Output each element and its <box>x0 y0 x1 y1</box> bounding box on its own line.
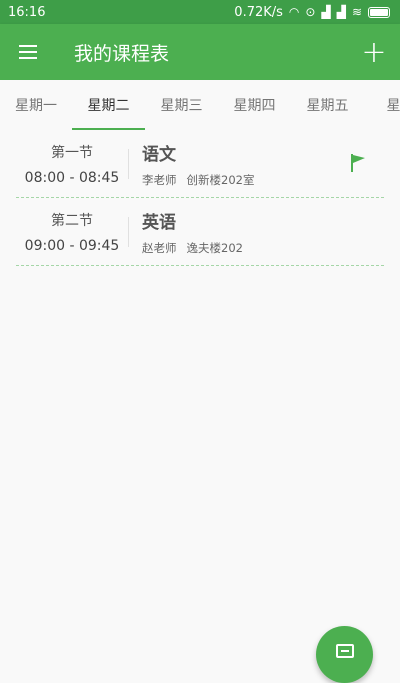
course-name: 英语 <box>142 212 176 233</box>
location-icon: ⊙ <box>305 5 316 19</box>
course-info: 英语 赵老师 逸夫楼202 <box>142 208 384 256</box>
tab-friday[interactable]: 星期五 <box>291 80 364 130</box>
course-info: 语文 李老师 创新楼202室 <box>142 140 384 188</box>
weekday-tabs: 星期一 星期二 星期三 星期四 星期五 星期 <box>0 80 400 130</box>
course-name: 语文 <box>142 144 176 165</box>
time-range: 09:00 - 09:45 <box>24 237 120 254</box>
vertical-divider <box>128 148 129 179</box>
page-title: 我的课程表 <box>74 42 170 65</box>
menu-icon[interactable] <box>0 24 56 80</box>
classroom: 创新楼202室 <box>186 172 255 187</box>
course-meta: 赵老师 逸夫楼202 <box>142 240 384 256</box>
signal-icon-2: ▟ <box>336 5 346 19</box>
classroom: 逸夫楼202 <box>186 240 243 255</box>
period-label: 第二节 <box>51 212 93 229</box>
tab-thursday[interactable]: 星期四 <box>218 80 291 130</box>
time-range: 08:00 - 08:45 <box>24 169 120 186</box>
course-item[interactable]: 第二节 09:00 - 09:45 英语 赵老师 逸夫楼202 <box>16 198 384 266</box>
add-icon[interactable]: + <box>348 24 400 80</box>
tab-monday[interactable]: 星期一 <box>0 80 72 130</box>
status-time: 16:16 <box>8 4 46 20</box>
status-icons: 0.72K/s ◠ ⊙ ▟ ▟ ≋ <box>234 5 390 20</box>
battery-icon <box>368 6 390 18</box>
course-item[interactable]: 第一节 08:00 - 08:45 语文 李老师 创新楼202室 <box>16 130 384 198</box>
signal-icon: ▟ <box>321 5 331 19</box>
flag-icon[interactable] <box>350 154 366 172</box>
status-bar: 16:16 0.72K/s ◠ ⊙ ▟ ▟ ≋ <box>0 0 400 24</box>
teacher-name: 李老师 <box>142 172 177 187</box>
teacher-name: 赵老师 <box>142 240 177 255</box>
course-list: 第一节 08:00 - 08:45 语文 李老师 创新楼202室 第二节 09:0… <box>0 130 400 266</box>
course-meta: 李老师 创新楼202室 <box>142 172 384 188</box>
wifi-icon: ≋ <box>351 5 362 19</box>
floating-action-button[interactable] <box>316 626 373 683</box>
tab-wednesday[interactable]: 星期三 <box>145 80 218 130</box>
period-label: 第一节 <box>51 144 93 161</box>
tab-saturday[interactable]: 星期 <box>364 80 400 130</box>
app-toolbar: 我的课程表 + <box>0 24 400 80</box>
tab-tuesday[interactable]: 星期二 <box>72 80 145 130</box>
note-icon <box>335 644 354 658</box>
network-speed: 0.72K/s <box>234 4 283 20</box>
course-time-block: 第二节 09:00 - 09:45 <box>16 210 128 254</box>
headphones-icon: ◠ <box>288 5 300 19</box>
course-time-block: 第一节 08:00 - 08:45 <box>16 142 128 186</box>
vertical-divider <box>128 216 129 247</box>
